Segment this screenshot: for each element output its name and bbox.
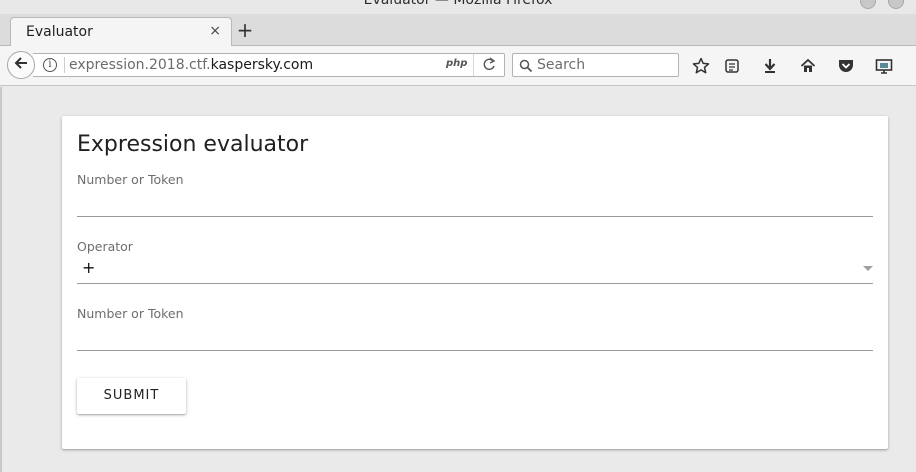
tab-strip: Evaluator × + (0, 14, 916, 47)
second-operand-label: Number or Token (77, 306, 184, 321)
downloads-icon[interactable] (759, 55, 781, 77)
evaluator-card: Expression evaluator Number or Token Ope… (62, 116, 888, 449)
home-icon[interactable] (797, 55, 819, 77)
second-operand-underline (77, 350, 873, 351)
page-viewport: Expression evaluator Number or Token Ope… (0, 87, 916, 472)
new-tab-button[interactable]: + (235, 18, 255, 42)
search-icon (519, 58, 533, 77)
reading-list-icon[interactable] (721, 55, 743, 77)
chevron-down-icon (863, 266, 873, 271)
window-titlebar: Evaluator — Mozilla Firefox (0, 0, 916, 14)
url-prefix: expression.2018.ctf. (69, 57, 211, 73)
info-icon[interactable]: i (43, 58, 57, 72)
url-separator (64, 57, 65, 73)
left-edge-divider (0, 87, 2, 472)
php-icon: php (446, 58, 468, 69)
first-operand-label: Number or Token (77, 172, 184, 187)
back-button[interactable] (7, 51, 35, 79)
reload-icon[interactable] (481, 56, 497, 74)
search-placeholder: Search (537, 57, 586, 73)
url-bar[interactable]: i expression.2018.ctf.kaspersky.com php (33, 53, 505, 77)
url-text[interactable]: expression.2018.ctf.kaspersky.com (69, 57, 313, 73)
first-operand-underline (77, 216, 873, 217)
tab-evaluator[interactable]: Evaluator × (10, 17, 232, 47)
nav-bar: i expression.2018.ctf.kaspersky.com php … (0, 46, 916, 86)
page-title: Expression evaluator (77, 132, 309, 157)
second-operand-input[interactable] (77, 326, 873, 350)
window-title: Evaluator — Mozilla Firefox (363, 0, 553, 8)
tab-title: Evaluator (26, 24, 93, 40)
operator-selected-value: + (82, 258, 96, 277)
search-bar[interactable]: Search (512, 53, 679, 77)
bookmark-star-icon[interactable] (690, 55, 712, 77)
first-operand-input[interactable] (77, 192, 873, 216)
operator-underline (77, 283, 873, 284)
url-separator-2 (473, 54, 474, 76)
submit-button[interactable]: SUBMIT (77, 378, 186, 414)
tab-close-icon[interactable]: × (209, 23, 221, 39)
back-arrow-icon (13, 55, 29, 75)
developer-icon[interactable] (873, 55, 895, 77)
url-host: kaspersky.com (210, 57, 314, 73)
operator-label: Operator (77, 239, 133, 254)
pocket-icon[interactable] (835, 55, 857, 77)
